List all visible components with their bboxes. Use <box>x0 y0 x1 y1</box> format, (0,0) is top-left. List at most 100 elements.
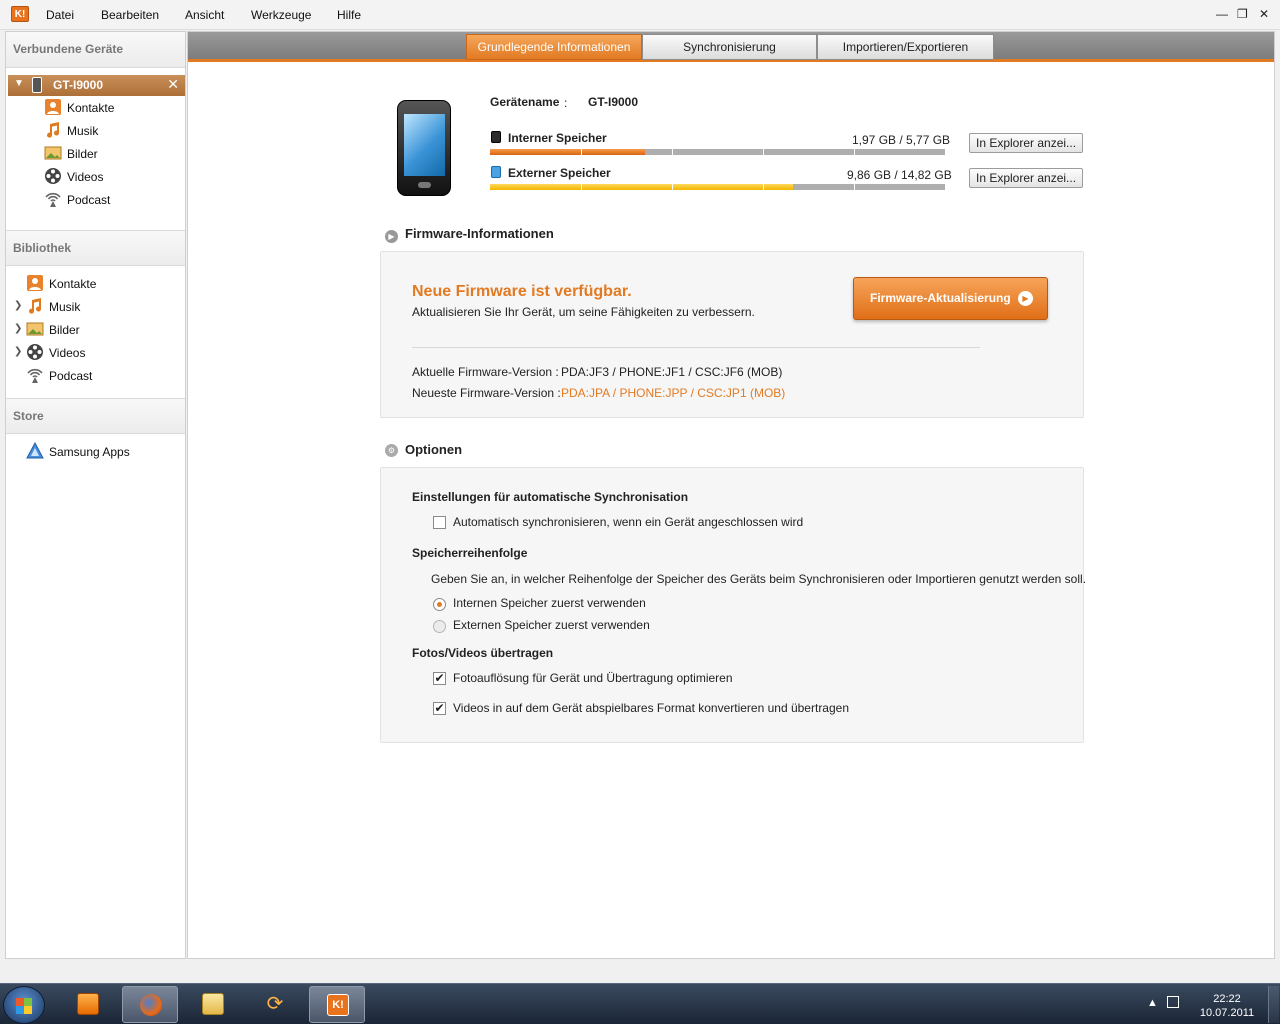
storage-order-description: Geben Sie an, in welcher Reihenfolge der… <box>431 572 1087 586</box>
latest-firmware-label: Neueste Firmware-Version : <box>412 386 561 400</box>
minimize-icon[interactable]: — <box>1216 7 1228 21</box>
tab-basic-info[interactable]: Grundlegende Informationen <box>466 34 642 60</box>
pictures-icon <box>26 322 44 336</box>
contacts-icon <box>45 99 61 115</box>
clock[interactable]: 22:22 10.07.2011 <box>1196 992 1258 1020</box>
auto-sync-label: Automatisch synchronisieren, wenn ein Ge… <box>453 515 804 529</box>
play-circle-icon: ▶ <box>1018 291 1033 306</box>
menu-ansicht[interactable]: Ansicht <box>185 8 224 22</box>
external-storage-label: Externer Speicher <box>508 166 611 180</box>
close-icon[interactable]: ✕ <box>1259 7 1269 21</box>
pictures-icon <box>44 146 62 160</box>
folder-icon <box>202 993 224 1015</box>
device-name-colon: : <box>564 96 568 110</box>
kies-icon: K! <box>327 994 349 1016</box>
radio-external-first-label: Externen Speicher zuerst verwenden <box>453 618 650 632</box>
photo-optimize-checkbox[interactable]: ✔ <box>433 672 446 685</box>
podcast-icon <box>45 192 61 207</box>
device-item-pictures-label: Bilder <box>67 147 98 161</box>
device-item-videos-label: Videos <box>67 170 104 184</box>
options-section-title: Optionen <box>405 442 463 457</box>
start-button[interactable] <box>3 986 45 1024</box>
connected-devices-header: Verbundene Geräte <box>6 32 185 68</box>
phone-icon <box>32 77 42 93</box>
menu-datei[interactable]: Datei <box>46 8 74 22</box>
device-item-music-label: Musik <box>67 124 99 138</box>
library-item-podcast-label: Podcast <box>49 369 93 383</box>
radio-external-first[interactable] <box>433 620 446 633</box>
firmware-subtext: Aktualisieren Sie Ihr Gerät, um seine Fä… <box>412 305 755 319</box>
clock-time: 22:22 <box>1213 993 1241 1005</box>
external-storage-usage: 9,86 GB / 14,82 GB <box>847 168 952 182</box>
library-item-contacts-label: Kontakte <box>49 277 97 291</box>
menu-werkzeuge[interactable]: Werkzeuge <box>251 8 311 22</box>
auto-sync-checkbox[interactable] <box>433 516 446 529</box>
external-explorer-button[interactable]: In Explorer anzei... <box>969 168 1084 188</box>
sync-app-icon: ⟳ <box>266 993 284 1015</box>
chevron-right-circle-icon[interactable]: ▶ <box>385 230 398 243</box>
external-storage-fill <box>490 184 793 190</box>
contacts-icon <box>27 275 43 291</box>
chevron-down-icon[interactable]: ▼ <box>14 78 24 89</box>
clock-date: 10.07.2011 <box>1199 1007 1255 1019</box>
taskbar-firefox[interactable] <box>122 986 178 1023</box>
tray-arrow-icon[interactable]: ▲ <box>1147 997 1158 1009</box>
video-convert-label: Videos in auf dem Gerät abspielbares For… <box>453 701 850 715</box>
menu-hilfe[interactable]: Hilfe <box>337 8 361 22</box>
device-item-gt-i9000[interactable]: ▼ GT-I9000 ✕ <box>8 75 185 96</box>
external-storage-bar <box>490 184 945 190</box>
firmware-section-title: Firmware-Informationen <box>405 226 554 241</box>
video-reel-icon <box>45 168 61 184</box>
store-item-samsung-apps-label: Samsung Apps <box>49 445 130 459</box>
menubar: K! Datei Bearbeiten Ansicht Werkzeuge Hi… <box>0 0 1280 30</box>
taskbar: ⟳ K! ▲ 22:22 10.07.2011 <box>0 983 1280 1024</box>
device-item-contacts-label: Kontakte <box>67 101 115 115</box>
device-name: GT-I9000 <box>53 78 104 92</box>
video-convert-checkbox[interactable]: ✔ <box>433 702 446 715</box>
internal-storage-bar <box>490 149 945 155</box>
store-header: Store <box>6 398 185 434</box>
taskbar-explorer[interactable] <box>185 986 241 1023</box>
sidebar: Verbundene Geräte ▼ GT-I9000 ✕ Kontakte … <box>5 31 186 959</box>
main-panel: Grundlegende Informationen Synchronisier… <box>187 31 1275 959</box>
library-item-music-label: Musik <box>49 300 81 314</box>
firmware-divider <box>412 347 980 348</box>
radio-internal-first[interactable] <box>433 598 446 611</box>
tab-sync[interactable]: Synchronisierung <box>642 34 817 60</box>
disconnect-device-icon[interactable]: ✕ <box>167 76 179 93</box>
internal-storage-label: Interner Speicher <box>508 131 607 145</box>
taskbar-media-player[interactable] <box>60 986 116 1023</box>
options-panel: Einstellungen für automatische Synchroni… <box>380 467 1087 743</box>
radio-internal-first-label: Internen Speicher zuerst verwenden <box>453 596 646 610</box>
device-name-label: Gerätename <box>490 95 560 109</box>
current-firmware-label: Aktuelle Firmware-Version : <box>412 365 559 379</box>
storage-order-header: Speicherreihenfolge <box>412 546 528 560</box>
gear-icon: ⚙ <box>385 444 398 457</box>
firmware-update-button[interactable]: Firmware-Aktualisierung ▶ <box>853 277 1048 320</box>
expand-music-icon[interactable]: ❯ <box>14 300 22 311</box>
taskbar-kies[interactable]: K! <box>309 986 365 1023</box>
app-logo-icon: K! <box>11 6 29 22</box>
taskbar-sync-app[interactable]: ⟳ <box>247 986 303 1023</box>
network-icon[interactable] <box>1167 996 1179 1008</box>
internal-explorer-button[interactable]: In Explorer anzei... <box>969 133 1084 153</box>
firmware-headline: Neue Firmware ist verfügbar. <box>412 283 632 300</box>
menu-bearbeiten[interactable]: Bearbeiten <box>101 8 159 22</box>
internal-storage-icon <box>491 131 501 143</box>
photo-optimize-label: Fotoauflösung für Gerät und Übertragung … <box>453 671 733 685</box>
restore-icon[interactable]: ❐ <box>1237 7 1248 21</box>
tab-bar: Grundlegende Informationen Synchronisier… <box>188 32 1274 62</box>
expand-videos-icon[interactable]: ❯ <box>14 346 22 357</box>
library-item-videos-label: Videos <box>49 346 86 360</box>
tab-import-export[interactable]: Importieren/Exportieren <box>817 34 994 60</box>
current-firmware-value: PDA:JF3 / PHONE:JF1 / CSC:JF6 (MOB) <box>561 365 783 379</box>
video-reel-icon <box>27 344 43 360</box>
device-name-value: GT-I9000 <box>588 95 639 109</box>
media-player-icon <box>77 993 99 1015</box>
music-icon <box>47 122 60 138</box>
show-desktop-button[interactable] <box>1268 986 1279 1023</box>
music-icon <box>29 298 42 314</box>
windows-logo-icon <box>16 998 32 1014</box>
internal-storage-usage: 1,97 GB / 5,77 GB <box>852 133 951 147</box>
expand-pictures-icon[interactable]: ❯ <box>14 323 22 334</box>
